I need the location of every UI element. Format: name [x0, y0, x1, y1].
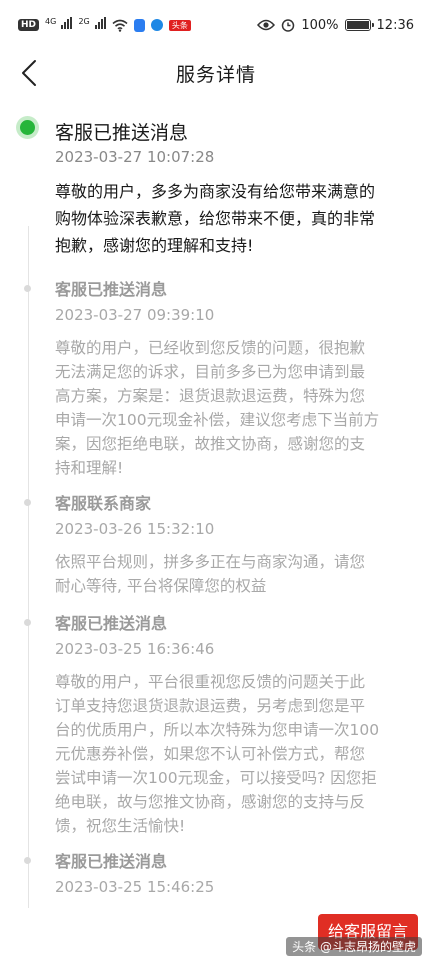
entry-body: 尊敬的用户，已经收到您反馈的问题，很抱歉 无法满足您的诉求，目前多多已为您申请到…: [55, 339, 380, 477]
entry-title: 客服已推送消息: [55, 122, 189, 144]
timeline-dot: [24, 619, 31, 626]
header: 服务详情: [0, 50, 432, 96]
entry-title: 客服已推送消息: [55, 280, 168, 299]
battery-percent: 100%: [301, 17, 339, 33]
clock-time: 12:36: [376, 17, 414, 33]
entry-title: 客服已推送消息: [55, 614, 168, 633]
back-button[interactable]: [14, 56, 44, 90]
battery-icon: [344, 19, 374, 31]
timeline-dot: [24, 285, 31, 292]
service-timeline[interactable]: 客服已推送消息 2023-03-27 10:07:28 尊敬的用户，多多为商家没…: [0, 96, 432, 908]
timeline-entry: 客服联系商家 2023-03-26 15:32:10 依照平台规则，拼多多正在与…: [0, 476, 432, 600]
signal-bars-icon: [61, 17, 73, 29]
eye-icon: [257, 19, 276, 31]
chevron-left-icon: [22, 60, 36, 86]
entry-title: 客服已推送消息: [55, 852, 168, 871]
entry-time: 2023-03-25 16:36:46: [55, 640, 215, 658]
signal-4g-label: 4G: [45, 17, 57, 26]
signal-bars-icon: [94, 17, 106, 29]
battery-level: [346, 21, 369, 29]
alarm-clock-icon: [282, 19, 295, 32]
entry-time: 2023-03-27 10:07:28: [55, 148, 215, 166]
hd-badge: HD: [18, 19, 40, 31]
page-title: 服务详情: [175, 63, 256, 86]
app-notification-icon: [133, 18, 145, 32]
entry-body: 尊敬的用户，多多为商家没有给您带来满意的 购物体验深表歉意，给您带来不便，真的非…: [55, 182, 376, 255]
signal-2g: 2G: [78, 17, 106, 33]
timeline-dot: [24, 857, 31, 864]
signal-2g-label: 2G: [78, 17, 90, 26]
entry-time: 2023-03-26 15:32:10: [55, 520, 215, 538]
watermark: 头条 @斗志昂扬的壁虎: [286, 937, 422, 956]
app-tag-badge: 头条: [168, 19, 191, 31]
entry-time: 2023-03-25 15:46:25: [55, 878, 215, 896]
status-left: HD 4G 2G 头条: [18, 17, 191, 33]
wifi-icon: [112, 19, 128, 32]
app-notification-icon: [150, 19, 163, 31]
status-bar: HD 4G 2G 头条 100% 12:36: [0, 0, 432, 50]
timeline-entry: 客服已推送消息 2023-03-25 15:46:25: [0, 834, 432, 908]
entry-body: 依照平台规则，拼多多正在与商家沟通，请您 耐心等待, 平台将保障您的权益: [55, 553, 366, 595]
timeline-dot-active: [20, 120, 35, 135]
entry-body: 尊敬的用户，平台很重视您反馈的问题关于此 订单支持您退货退款退运费，另考虑到您是…: [55, 673, 380, 835]
entry-time: 2023-03-27 09:39:10: [55, 306, 215, 324]
signal-4g: 4G: [45, 17, 73, 33]
timeline-entry: 客服已推送消息 2023-03-27 10:07:28 尊敬的用户，多多为商家没…: [0, 96, 432, 266]
timeline-entry: 客服已推送消息 2023-03-27 09:39:10 尊敬的用户，已经收到您反…: [0, 262, 432, 480]
status-right: 100% 12:36: [257, 18, 414, 33]
entry-title: 客服联系商家: [55, 494, 152, 513]
timeline-dot: [24, 499, 31, 506]
footer: 给客服留言 头条 @斗志昂扬的壁虎: [0, 908, 432, 960]
timeline-entry: 客服已推送消息 2023-03-25 16:36:46 尊敬的用户，平台很重视您…: [0, 596, 432, 836]
